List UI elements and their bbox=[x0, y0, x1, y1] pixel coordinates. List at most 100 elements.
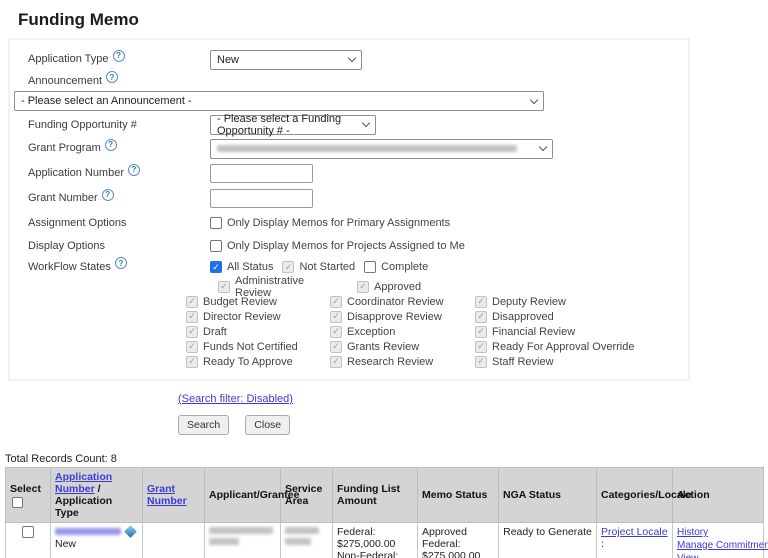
workflow-grid-cell: ✓ Research Review bbox=[330, 356, 475, 368]
grant-number-label-text: Grant Number bbox=[28, 192, 98, 204]
help-icon[interactable]: ? bbox=[115, 257, 127, 269]
chevron-down-icon bbox=[539, 143, 547, 151]
help-icon[interactable]: ? bbox=[105, 139, 117, 151]
disapproved-checkbox[interactable]: ✓ bbox=[475, 311, 487, 323]
director-review-checkbox[interactable]: ✓ bbox=[186, 311, 198, 323]
application-type-select[interactable]: New bbox=[210, 50, 362, 70]
info-diamond-icon[interactable] bbox=[124, 525, 137, 538]
grant-program-select[interactable] bbox=[210, 139, 553, 159]
not-started-group: ✓ Not Started bbox=[282, 261, 355, 273]
close-button[interactable]: Close bbox=[245, 415, 290, 435]
col-select: Select bbox=[6, 468, 51, 523]
help-icon[interactable]: ? bbox=[102, 189, 114, 201]
staff-review-checkbox[interactable]: ✓ bbox=[475, 356, 487, 368]
administrative-review-checkbox[interactable]: ✓ bbox=[218, 281, 230, 293]
projects-assigned-checkbox[interactable] bbox=[210, 240, 222, 252]
check-icon: ✓ bbox=[188, 327, 196, 336]
assignment-options-label-text: Assignment Options bbox=[28, 217, 126, 229]
redacted-applicant-line bbox=[209, 527, 273, 534]
row-select-checkbox[interactable] bbox=[22, 526, 34, 538]
display-options-label: Display Options bbox=[20, 240, 210, 252]
select-all-checkbox[interactable] bbox=[12, 497, 23, 508]
search-button[interactable]: Search bbox=[178, 415, 229, 435]
ready-for-approval-override-checkbox[interactable]: ✓ bbox=[475, 341, 487, 353]
redacted-application-number-link[interactable] bbox=[55, 528, 121, 535]
draft-checkbox[interactable]: ✓ bbox=[186, 326, 198, 338]
workflow-states-grid: ✓ Administrative Review ✓ Approved ✓ Bud… bbox=[186, 279, 678, 369]
display-options-checkbox-group: Only Display Memos for Projects Assigned… bbox=[210, 240, 465, 252]
coordinator-review-checkbox[interactable]: ✓ bbox=[330, 296, 342, 308]
application-number-input[interactable] bbox=[210, 164, 313, 183]
help-icon[interactable]: ? bbox=[128, 164, 140, 176]
deputy-review-label: Deputy Review bbox=[492, 296, 566, 308]
application-number-cell: New bbox=[51, 523, 143, 558]
select-header-label: Select bbox=[10, 483, 41, 495]
search-form-panel: Application Type? New Announcement? - Pl… bbox=[8, 38, 690, 381]
check-icon: ✓ bbox=[188, 297, 196, 306]
approved-checkbox[interactable]: ✓ bbox=[357, 281, 369, 293]
view-link[interactable]: View bbox=[677, 553, 699, 558]
col-service-area: Service Area bbox=[281, 468, 333, 523]
disapprove-review-checkbox[interactable]: ✓ bbox=[330, 311, 342, 323]
history-link[interactable]: History bbox=[677, 527, 708, 539]
check-icon: ✓ bbox=[285, 263, 293, 272]
help-icon[interactable]: ? bbox=[106, 71, 118, 83]
grants-review-checkbox[interactable]: ✓ bbox=[330, 341, 342, 353]
check-icon: ✓ bbox=[332, 357, 340, 366]
assignment-options-checkbox-group: Only Display Memos for Primary Assignmen… bbox=[210, 217, 450, 229]
funding-memo-page: Funding Memo Application Type? New Annou… bbox=[0, 0, 768, 558]
research-review-checkbox[interactable]: ✓ bbox=[330, 356, 342, 368]
announcement-select-row: - Please select an Announcement - bbox=[20, 91, 678, 113]
application-number-sort-link[interactable]: Application Number bbox=[55, 471, 112, 495]
grant-program-label: Grant Program? bbox=[20, 142, 210, 155]
exception-checkbox[interactable]: ✓ bbox=[330, 326, 342, 338]
check-icon: ✓ bbox=[332, 327, 340, 336]
help-icon[interactable]: ? bbox=[113, 50, 125, 62]
search-filter-link[interactable]: (Search filter: Disabled) bbox=[178, 393, 293, 405]
check-icon: ✓ bbox=[332, 342, 340, 351]
financial-review-label: Financial Review bbox=[492, 326, 575, 338]
display-options-row: Display Options Only Display Memos for P… bbox=[20, 234, 678, 257]
check-icon: ✓ bbox=[477, 297, 485, 306]
chevron-down-icon bbox=[348, 54, 356, 62]
grant-number-input[interactable] bbox=[210, 189, 313, 208]
application-type-row: Application Type? New bbox=[20, 48, 678, 71]
project-locale-link[interactable]: Project Locale bbox=[601, 526, 668, 538]
table-row: New Federal: $275,000.00 Non-Federal: $0… bbox=[6, 523, 764, 558]
workflow-grid-cell: ✓ Approved bbox=[330, 281, 475, 293]
financial-review-checkbox[interactable]: ✓ bbox=[475, 326, 487, 338]
workflow-grid-cell: ✓ Disapproved bbox=[475, 311, 678, 323]
grant-program-label-text: Grant Program bbox=[28, 142, 101, 154]
funding-opportunity-label-text: Funding Opportunity # bbox=[28, 119, 137, 131]
ready-for-approval-override-label: Ready For Approval Override bbox=[492, 341, 634, 353]
projects-assigned-label: Only Display Memos for Projects Assigned… bbox=[227, 240, 465, 252]
ready-to-approve-checkbox[interactable]: ✓ bbox=[186, 356, 198, 368]
non-federal-amount: Non-Federal: $0.00 bbox=[337, 550, 413, 558]
funds-not-certified-checkbox[interactable]: ✓ bbox=[186, 341, 198, 353]
complete-checkbox[interactable] bbox=[364, 261, 376, 273]
exception-label: Exception bbox=[347, 326, 395, 338]
categories-locale-cell: Project Locale : bbox=[597, 523, 673, 558]
not-started-checkbox[interactable]: ✓ bbox=[282, 261, 294, 273]
workflow-grid-cell: ✓ Disapprove Review bbox=[330, 311, 475, 323]
budget-review-checkbox[interactable]: ✓ bbox=[186, 296, 198, 308]
grant-number-sort-link[interactable]: Grant Number bbox=[147, 483, 187, 507]
nga-status-cell: Ready to Generate bbox=[499, 523, 597, 558]
manage-commitment-link[interactable]: Manage Commitment bbox=[677, 540, 768, 552]
funding-opportunity-row: Funding Opportunity # - Please select a … bbox=[20, 113, 678, 136]
check-icon: ✓ bbox=[477, 327, 485, 336]
announcement-select[interactable]: - Please select an Announcement - bbox=[14, 91, 544, 111]
application-number-suffix: / bbox=[95, 483, 101, 495]
deputy-review-checkbox[interactable]: ✓ bbox=[475, 296, 487, 308]
workflow-grid-row: ✓ Director Review ✓ Disapprove Review ✓ … bbox=[186, 309, 678, 324]
col-categories: Categories/Locale bbox=[597, 468, 673, 523]
application-type-value: New bbox=[217, 54, 239, 66]
action-cell: History Manage Commitment View View Full… bbox=[673, 523, 764, 558]
primary-assignments-checkbox[interactable] bbox=[210, 217, 222, 229]
total-records-count: Total Records Count: 8 bbox=[5, 453, 768, 465]
redacted-grant-program-value bbox=[217, 145, 517, 152]
all-status-checkbox[interactable]: ✓ bbox=[210, 261, 222, 273]
chevron-down-icon bbox=[530, 95, 538, 103]
funding-opportunity-select[interactable]: - Please select a Funding Opportunity # … bbox=[210, 115, 376, 135]
all-status-label: All Status bbox=[227, 261, 273, 273]
